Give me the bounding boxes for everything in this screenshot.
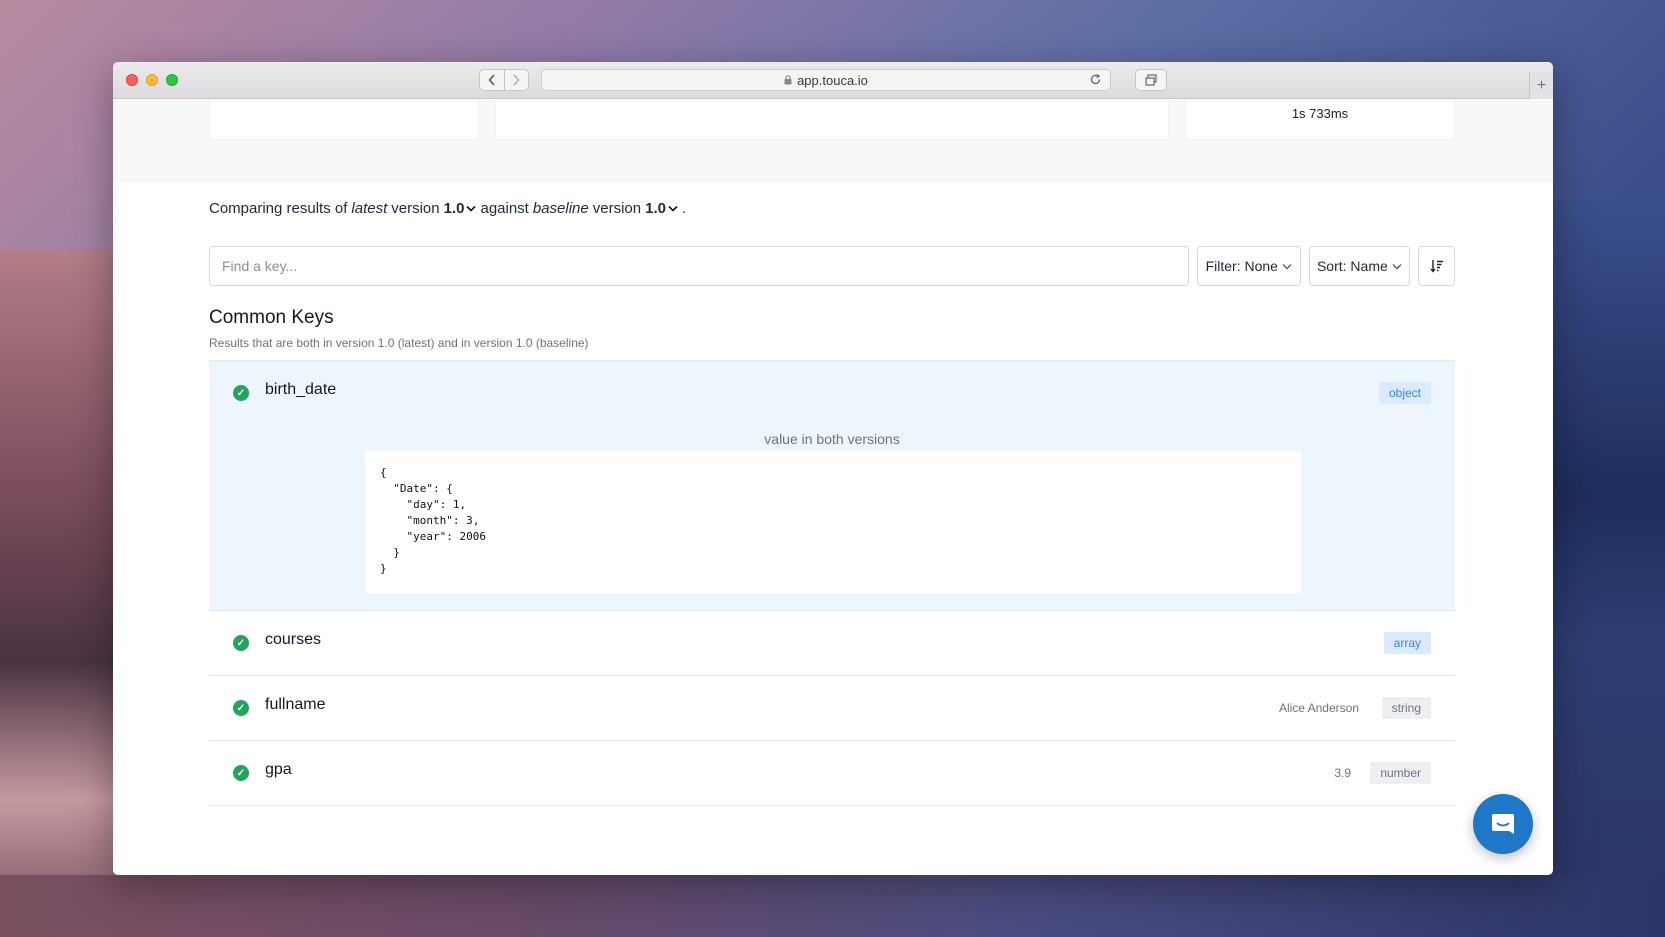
lock-icon	[784, 75, 792, 85]
section-subtitle: Results that are both in version 1.0 (la…	[209, 336, 589, 350]
desktop-wallpaper-bottom	[0, 875, 1665, 937]
type-badge: string	[1381, 697, 1431, 719]
sort-dropdown[interactable]: Sort: Name	[1308, 246, 1411, 286]
key-toolbar: Filter: None Sort: Name	[209, 246, 1455, 286]
tabs-icon	[1145, 74, 1157, 86]
chevron-down-icon[interactable]	[668, 205, 678, 212]
address-bar[interactable]: app.touca.io	[541, 69, 1111, 91]
desktop-wallpaper-left	[0, 250, 113, 937]
version-word: version	[592, 200, 642, 217]
key-value: Alice Anderson	[1278, 701, 1359, 715]
comparison-summary: Comparing results of latest version 1.0 …	[209, 200, 686, 217]
browser-window: app.touca.io + 1s 733ms Comparing result…	[113, 62, 1553, 875]
chevron-down-icon	[1282, 263, 1292, 269]
close-window-button[interactable]	[126, 74, 138, 86]
browser-titlebar: app.touca.io +	[113, 62, 1553, 99]
key-name: gpa	[265, 761, 292, 778]
against-word: against	[480, 200, 529, 217]
type-badge: array	[1383, 632, 1431, 654]
baseline-version-dropdown[interactable]: 1.0	[645, 200, 666, 217]
check-circle-icon: ✓	[233, 635, 249, 651]
type-badge: number	[1370, 762, 1431, 784]
value-code-block: { "Date": { "day": 1, "month": 3, "year"…	[365, 451, 1301, 593]
stat-card	[209, 100, 479, 140]
key-row-courses[interactable]: ✓ courses array	[209, 611, 1455, 676]
history-nav	[479, 69, 529, 91]
page-content: 1s 733ms Comparing results of latest ver…	[113, 100, 1553, 875]
baseline-label: baseline	[532, 200, 589, 217]
latest-version-dropdown[interactable]: 1.0	[444, 200, 465, 217]
chevron-down-icon[interactable]	[466, 205, 477, 212]
tab-overview-button[interactable]	[1135, 69, 1167, 91]
duration-value: 1s 733ms	[1291, 106, 1349, 121]
compare-prefix: Comparing results of	[209, 200, 348, 217]
key-list: ✓ birth_date object value in both versio…	[209, 360, 1455, 806]
key-row-birth-date[interactable]: ✓ birth_date object value in both versio…	[209, 361, 1455, 611]
desktop-wallpaper-right	[1552, 200, 1665, 937]
check-circle-icon: ✓	[233, 700, 249, 716]
baseline-version-value: 1.0	[645, 200, 666, 217]
key-row-fullname[interactable]: ✓ fullname Alice Anderson string	[209, 676, 1455, 741]
forward-button[interactable]	[503, 70, 529, 90]
filter-label: Filter: None	[1205, 258, 1278, 274]
sort-order-button[interactable]	[1418, 246, 1455, 286]
key-row-gpa[interactable]: ✓ gpa 3.9 number	[209, 741, 1455, 806]
chevron-down-icon	[1392, 263, 1402, 269]
maximize-window-button[interactable]	[166, 74, 178, 86]
key-name: birth_date	[265, 381, 337, 398]
type-badge: object	[1378, 382, 1431, 404]
section-title: Common Keys	[209, 307, 334, 328]
chevron-right-icon	[513, 74, 520, 86]
chat-launcher-button[interactable]	[1473, 794, 1533, 854]
minimize-window-button[interactable]	[146, 74, 158, 86]
filter-dropdown[interactable]: Filter: None	[1197, 246, 1301, 286]
compare-suffix: .	[681, 200, 687, 217]
new-tab-button[interactable]: +	[1529, 72, 1553, 99]
check-circle-icon: ✓	[233, 385, 249, 401]
chevron-left-icon	[488, 74, 495, 86]
duration-stat-card: 1s 733ms	[1185, 100, 1455, 140]
sort-label: Sort: Name	[1316, 258, 1388, 274]
latest-label: latest	[351, 200, 388, 217]
check-circle-icon: ✓	[233, 765, 249, 781]
stat-card	[495, 100, 1169, 140]
chat-bubble-icon	[1492, 814, 1514, 834]
key-value: 3.9	[1334, 766, 1351, 780]
plus-icon: +	[1536, 76, 1547, 94]
key-name: fullname	[265, 696, 326, 713]
sort-descending-icon	[1430, 260, 1443, 273]
version-word: version	[391, 200, 440, 217]
search-input[interactable]	[209, 246, 1189, 286]
url-text: app.touca.io	[797, 72, 868, 88]
latest-version-value: 1.0	[443, 200, 465, 217]
reload-icon[interactable]	[1089, 73, 1102, 86]
back-button[interactable]	[480, 70, 504, 90]
key-name: courses	[265, 631, 322, 648]
value-caption: value in both versions	[764, 431, 900, 447]
stats-band: 1s 733ms	[113, 100, 1553, 182]
